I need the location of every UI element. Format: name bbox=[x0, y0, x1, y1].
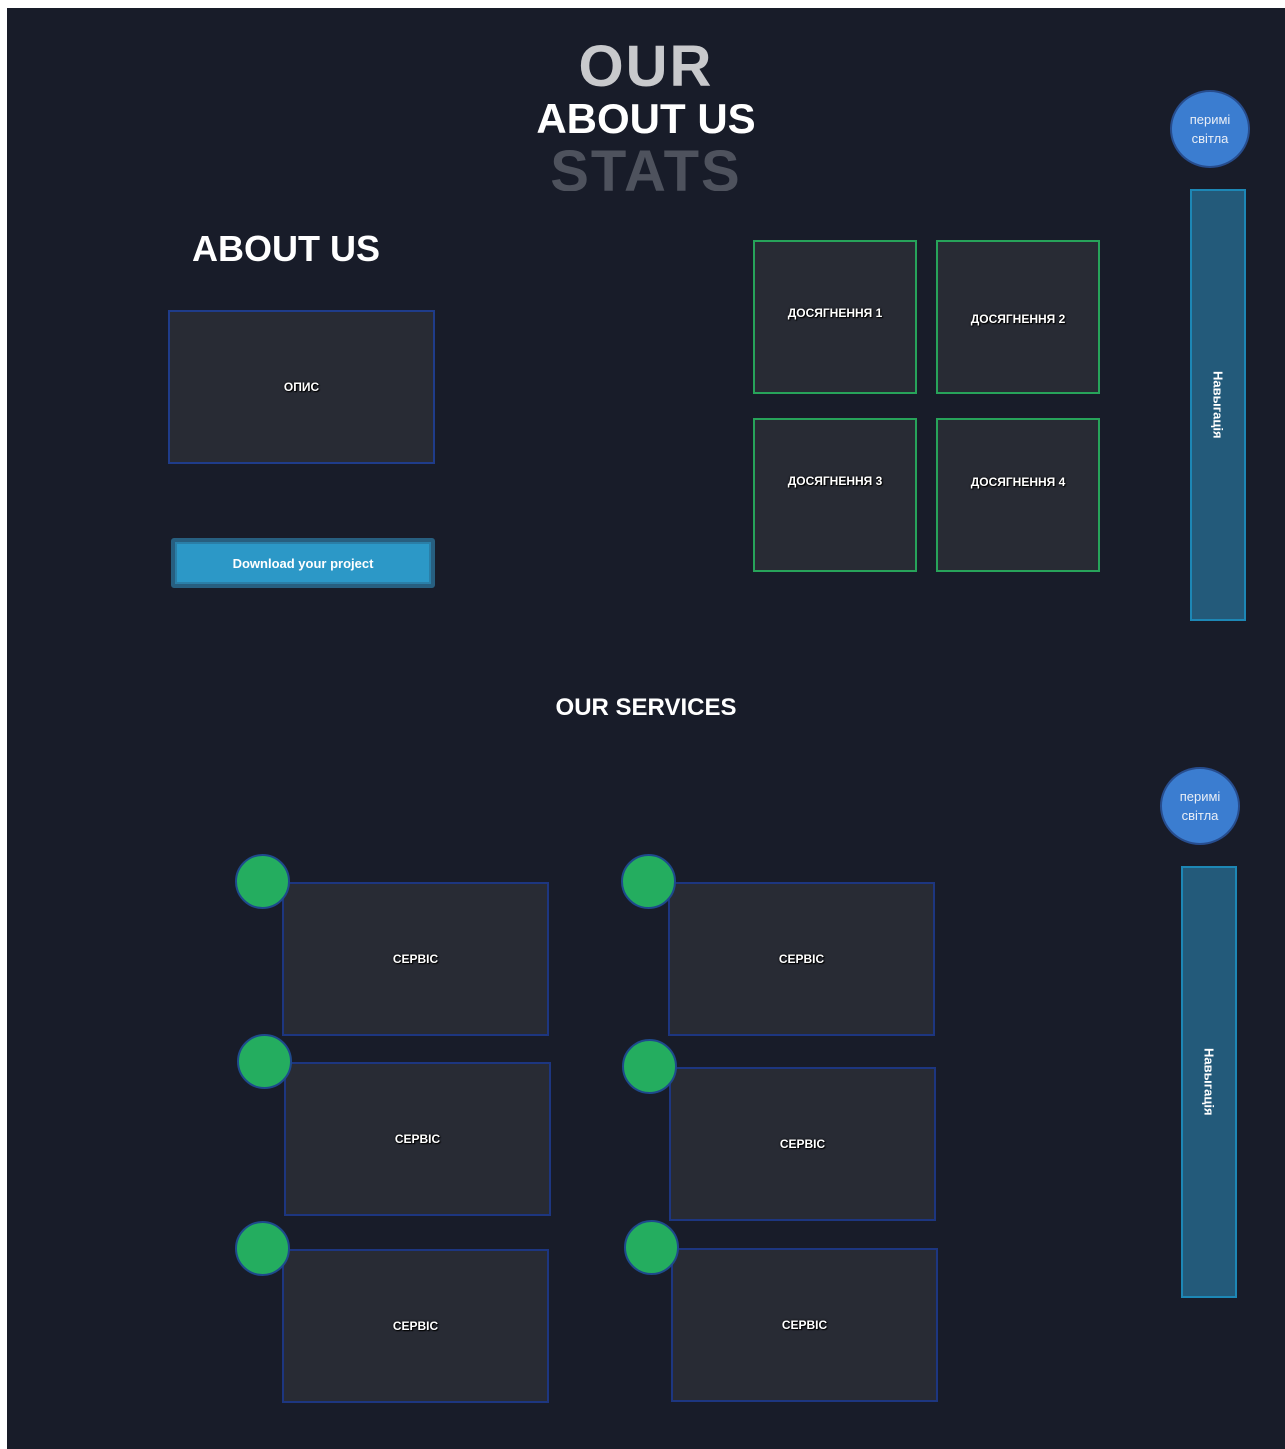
achievement-card-3: ДОСЯГНЕННЯ 3 bbox=[753, 418, 917, 572]
achievement-label-1: ДОСЯГНЕННЯ 1 bbox=[787, 306, 883, 320]
light-toggle-button-2[interactable]: перимі світла bbox=[1160, 767, 1240, 845]
achievement-label-4: ДОСЯГНЕННЯ 4 bbox=[970, 475, 1066, 489]
service-label-5: СЕРВІС bbox=[392, 1319, 439, 1333]
service-dot-6 bbox=[624, 1220, 679, 1275]
navigation-label-1: Навыгація bbox=[1210, 371, 1226, 439]
service-card-2: СЕРВІС bbox=[668, 882, 935, 1036]
service-label-3: СЕРВІС bbox=[394, 1132, 441, 1146]
navigation-bar-1[interactable]: Навыгація bbox=[1190, 189, 1246, 621]
service-card-4: СЕРВІС bbox=[669, 1067, 936, 1221]
achievement-card-4: ДОСЯГНЕННЯ 4 bbox=[936, 418, 1100, 572]
achievement-label-2: ДОСЯГНЕННЯ 2 bbox=[970, 312, 1066, 326]
service-label-4: СЕРВІС bbox=[779, 1137, 826, 1151]
service-card-3: СЕРВІС bbox=[284, 1062, 551, 1216]
service-dot-2 bbox=[621, 854, 676, 909]
light-toggle-line2: світла bbox=[1191, 131, 1229, 146]
service-card-1: СЕРВІС bbox=[282, 882, 549, 1036]
service-dot-5 bbox=[235, 1221, 290, 1276]
service-dot-1 bbox=[235, 854, 290, 909]
hero-background-word-top: OUR bbox=[578, 38, 714, 88]
about-title: ABOUT US bbox=[192, 228, 380, 269]
light-toggle-line2: світла bbox=[1181, 808, 1219, 823]
service-label-6: СЕРВІС bbox=[781, 1318, 828, 1332]
service-card-6: СЕРВІС bbox=[671, 1248, 938, 1402]
achievement-label-3: ДОСЯГНЕННЯ 3 bbox=[787, 474, 883, 488]
hero-title: ABOUT US bbox=[536, 95, 756, 142]
hero-background-word-bottom: STATS bbox=[550, 143, 742, 191]
light-toggle-line1: перимі bbox=[1189, 112, 1231, 127]
light-toggle-button-1[interactable]: перимі світла bbox=[1170, 90, 1250, 168]
service-label-2: СЕРВІС bbox=[778, 952, 825, 966]
services-title: OUR SERVICES bbox=[555, 694, 737, 721]
page-canvas: OUR STATS ABOUT US ABOUT US ОПИС Downloa… bbox=[7, 8, 1285, 1449]
light-toggle-line1: перимі bbox=[1179, 789, 1221, 804]
service-card-5: СЕРВІС bbox=[282, 1249, 549, 1403]
download-project-button[interactable]: Download your project bbox=[171, 538, 435, 588]
achievement-card-1: ДОСЯГНЕННЯ 1 bbox=[753, 240, 917, 394]
service-dot-3 bbox=[237, 1034, 292, 1089]
achievement-card-2: ДОСЯГНЕННЯ 2 bbox=[936, 240, 1100, 394]
service-label-1: СЕРВІС bbox=[392, 952, 439, 966]
navigation-bar-2[interactable]: Навыгація bbox=[1181, 866, 1237, 1298]
navigation-label-2: Навыгація bbox=[1201, 1048, 1217, 1116]
description-label: ОПИС bbox=[283, 380, 320, 394]
description-card: ОПИС bbox=[168, 310, 435, 464]
service-dot-4 bbox=[622, 1039, 677, 1094]
